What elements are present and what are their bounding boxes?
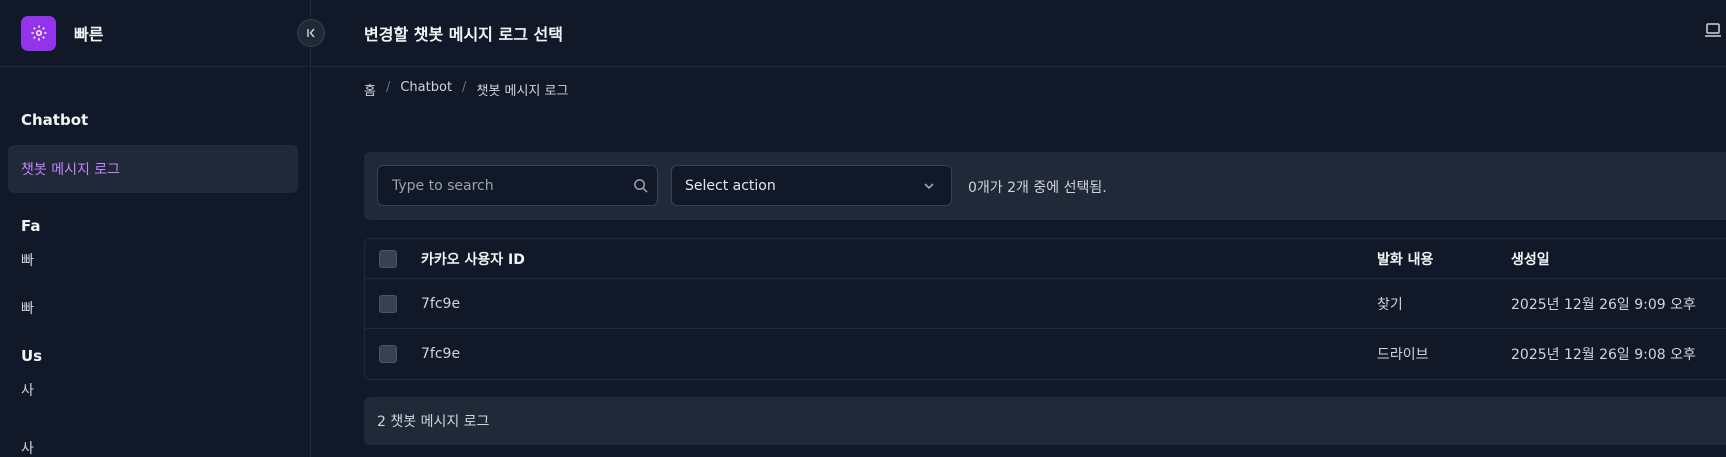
- action-select[interactable]: Select action: [671, 165, 952, 206]
- results-table: 카카오 사용자 ID 발화 내용 생성일 7fc9e 찾기 2025년 12월 …: [364, 238, 1726, 380]
- cell-message: 드라이브: [1377, 347, 1429, 363]
- column-header-message[interactable]: 발화 내용: [1377, 249, 1433, 269]
- cell-user-id[interactable]: 7fc9e: [421, 346, 460, 362]
- page-title: 변경할 챗봇 메시지 로그 선택: [364, 25, 563, 44]
- breadcrumb-separator: /: [385, 80, 391, 95]
- chevron-down-icon: [922, 179, 936, 197]
- gear-icon[interactable]: [21, 15, 56, 51]
- breadcrumb-current: 챗봇 메시지 로그: [476, 84, 569, 99]
- select-all-checkbox[interactable]: [379, 249, 397, 268]
- main-content: 변경할 챗봇 메시지 로그 선택 홈 / Chatbot / 챗봇 메시지 로그…: [312, 0, 1726, 457]
- brand-header: 빠른: [0, 0, 310, 67]
- column-header-created[interactable]: 생성일: [1511, 249, 1550, 269]
- row-checkbox[interactable]: [379, 345, 397, 363]
- cell-message: 찾기: [1377, 296, 1403, 313]
- breadcrumb: 홈 / Chatbot / 챗봇 메시지 로그: [364, 80, 568, 99]
- search-icon[interactable]: [633, 178, 648, 197]
- breadcrumb-home[interactable]: 홈: [364, 80, 376, 99]
- column-header-user-id[interactable]: 카카오 사용자 ID: [421, 249, 525, 269]
- breadcrumb-separator: /: [462, 80, 467, 95]
- nav-heading-chatbot: Chatbot: [21, 111, 89, 129]
- nav-heading-fa: Fa: [21, 217, 41, 235]
- sidebar: 빠른 Chatbot 챗봇 메시지 로그 Fa 빠 빠 Us 사 사: [0, 0, 311, 457]
- cell-created: 2025년 12월 26일 9:09 오후: [1511, 296, 1696, 313]
- top-bar: 변경할 챗봇 메시지 로그 선택: [312, 0, 1726, 67]
- action-select-value: Select action: [685, 177, 776, 194]
- selection-count: 0개가 2개 중에 선택됨.: [968, 180, 1107, 196]
- cell-user-id[interactable]: 7fc9e: [421, 296, 460, 312]
- nav-heading-us: Us: [21, 347, 43, 365]
- sidebar-item[interactable]: 빠: [0, 237, 310, 285]
- sidebar-item[interactable]: 사: [21, 438, 34, 457]
- laptop-icon[interactable]: [1704, 22, 1722, 42]
- sidebar-item-chatbot-message-log[interactable]: 챗봇 메시지 로그: [8, 145, 298, 193]
- table-header: 카카오 사용자 ID 발화 내용 생성일: [365, 239, 1726, 279]
- sidebar-item[interactable]: 사: [0, 367, 310, 415]
- cell-created: 2025년 12월 26일 9:08 오후: [1511, 347, 1696, 363]
- search-input[interactable]: [378, 166, 618, 205]
- search-box: [377, 165, 658, 206]
- result-count: 2 챗봇 메시지 로그: [377, 414, 490, 430]
- sidebar-item[interactable]: 빠: [0, 285, 310, 333]
- breadcrumb-app[interactable]: Chatbot: [400, 80, 452, 99]
- row-checkbox[interactable]: [379, 294, 397, 313]
- table-row: 7fc9e 찾기 2025년 12월 26일 9:09 오후: [365, 279, 1726, 329]
- sidebar-nav: Chatbot 챗봇 메시지 로그 Fa 빠 빠 Us 사: [0, 67, 310, 415]
- brand-name[interactable]: 빠른: [74, 21, 103, 45]
- table-row: 7fc9e 드라이브 2025년 12월 26일 9:08 오후: [365, 329, 1726, 379]
- result-count-bar: 2 챗봇 메시지 로그: [364, 397, 1726, 445]
- changelist-toolbar: Select action 0개가 2개 중에 선택됨.: [364, 152, 1726, 220]
